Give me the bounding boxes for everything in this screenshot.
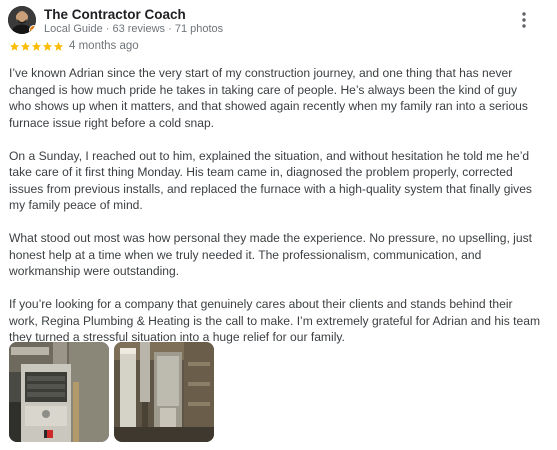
star-rating — [9, 40, 65, 54]
review-photo-furnace[interactable] — [9, 342, 109, 442]
star-icon — [31, 41, 42, 51]
star-icon — [9, 41, 20, 51]
review-photo-ductwork[interactable] — [114, 342, 214, 442]
review-photos — [9, 342, 219, 442]
more-options-button[interactable] — [512, 8, 536, 32]
star-icon — [42, 41, 53, 51]
review-paragraph: What stood out most was how personal the… — [9, 231, 533, 278]
star-icon — [20, 41, 31, 51]
review-paragraph: I’ve known Adrian since the very start o… — [9, 66, 528, 130]
rating-row: 4 months ago — [9, 40, 309, 54]
review-paragraph: If you’re looking for a company that gen… — [9, 297, 541, 344]
local-guide-badge-icon — [29, 25, 36, 34]
review-card: The Contractor Coach Local Guide · 63 re… — [0, 0, 557, 450]
star-icon — [53, 41, 64, 51]
review-text: I’ve known Adrian since the very start o… — [9, 65, 541, 362]
review-time: 4 months ago — [69, 40, 139, 52]
review-header: The Contractor Coach Local Guide · 63 re… — [8, 6, 548, 35]
more-vert-icon — [522, 12, 526, 28]
reviewer-avatar[interactable] — [8, 6, 36, 34]
reviewer-name[interactable]: The Contractor Coach — [44, 7, 186, 22]
ductwork-photo — [114, 342, 214, 442]
furnace-photo — [9, 342, 109, 442]
review-paragraph: On a Sunday, I reached out to him, expla… — [9, 148, 532, 213]
reviewer-meta: Local Guide · 63 reviews · 71 photos — [44, 23, 224, 35]
